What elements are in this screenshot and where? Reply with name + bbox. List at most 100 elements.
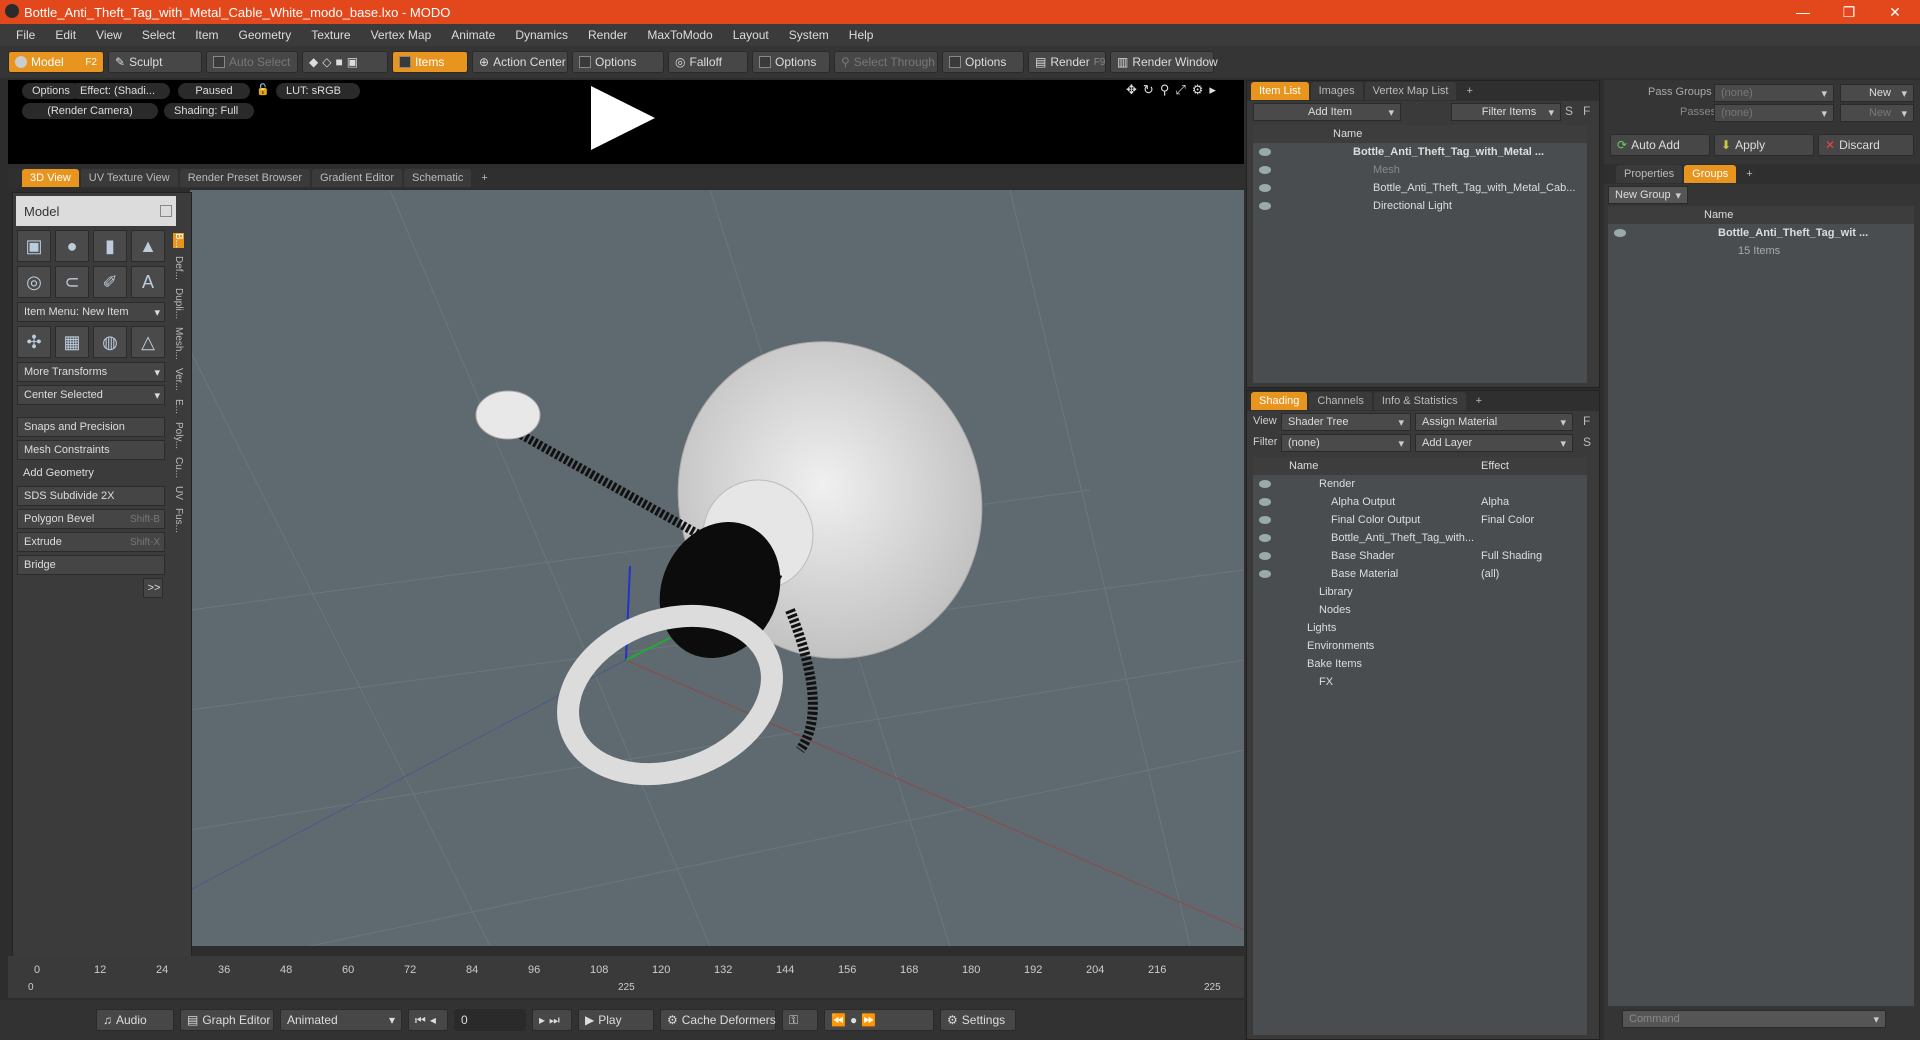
shader-row-effect[interactable]: Alpha — [1481, 496, 1509, 508]
eye-icon[interactable] — [1614, 229, 1626, 237]
model-mode-button[interactable]: Model F2 — [8, 51, 104, 73]
skip-start-icon[interactable]: ⏮ — [415, 1013, 426, 1028]
auto-add-button[interactable]: ⟳ Auto Add — [1610, 134, 1710, 156]
preview-paused-button[interactable]: Paused — [178, 83, 250, 99]
cone-icon[interactable]: ▲ — [131, 230, 165, 262]
eye-icon[interactable] — [1259, 516, 1271, 524]
rotate-icon[interactable]: ↻ — [1143, 82, 1160, 97]
side-tab-fusion[interactable]: Fus... — [173, 508, 184, 533]
add-layer-dropdown[interactable]: Add Layer — [1415, 434, 1573, 452]
menu-vertex-map[interactable]: Vertex Map — [361, 28, 442, 42]
tab-vertex-map-list[interactable]: Vertex Map List — [1364, 82, 1457, 100]
shader-row-bake-items[interactable]: Bake Items — [1253, 655, 1587, 673]
side-tab-uv[interactable]: UV — [173, 486, 184, 500]
text-icon[interactable]: A — [131, 266, 165, 298]
more-tools-button[interactable]: >> — [143, 578, 163, 598]
play-icon[interactable] — [591, 86, 655, 150]
menu-file[interactable]: File — [6, 28, 45, 42]
transport-back-buttons[interactable]: ⏮ ◂ — [408, 1009, 448, 1031]
move-icon[interactable]: ✥ — [1126, 82, 1143, 97]
menu-help[interactable]: Help — [839, 28, 884, 42]
shader-row-base-shader[interactable]: Base Shader Full Shading — [1253, 547, 1587, 565]
menu-edit[interactable]: Edit — [45, 28, 86, 42]
center-selected-dropdown[interactable]: Center Selected ▾ — [17, 385, 165, 405]
item-row-scene[interactable]: Bottle_Anti_Theft_Tag_with_Metal ... — [1253, 143, 1587, 161]
tab-3d-view[interactable]: 3D View — [22, 169, 79, 187]
step-back-icon[interactable]: ◂ — [430, 1013, 436, 1027]
capsule-icon[interactable]: ⊂ — [55, 266, 89, 298]
falloff-options-button[interactable]: Options — [752, 51, 830, 73]
tab-item-list[interactable]: Item List — [1251, 82, 1309, 100]
eye-icon[interactable] — [1259, 184, 1271, 192]
discard-button[interactable]: ✕ Discard — [1818, 134, 1914, 156]
render-window-button[interactable]: ▥ Render Window — [1110, 51, 1218, 73]
transport-forward-buttons[interactable]: ▸ ⏭ — [532, 1009, 572, 1031]
tab-uv-texture-view[interactable]: UV Texture View — [80, 169, 178, 187]
tab-gradient-editor[interactable]: Gradient Editor — [312, 169, 402, 187]
assign-material-button[interactable]: Assign Material — [1415, 413, 1573, 431]
add-tab-button[interactable]: + — [1458, 82, 1480, 100]
shader-row-environments[interactable]: Environments — [1253, 637, 1587, 655]
close-button[interactable]: ✕ — [1872, 0, 1918, 24]
key-icon[interactable]: ⚿ — [789, 1013, 798, 1028]
record-buttons[interactable]: ⏪ ● ⏩ — [824, 1009, 934, 1031]
tab-shading[interactable]: Shading — [1251, 392, 1308, 410]
cylinder-icon[interactable]: ▮ — [93, 230, 127, 262]
side-tab-basic[interactable]: B... — [173, 233, 184, 249]
side-tab-polygon[interactable]: Poly... — [173, 422, 184, 449]
audio-button[interactable]: ♫ Audio — [96, 1009, 174, 1031]
fit-icon[interactable]: ⤢ — [1175, 82, 1191, 97]
tab-images[interactable]: Images — [1310, 82, 1363, 100]
sculpt-mode-button[interactable]: ✎ Sculpt — [108, 51, 202, 73]
eye-icon[interactable] — [1259, 552, 1271, 560]
eye-icon[interactable] — [1259, 480, 1271, 488]
zoom-icon[interactable]: ⚲ — [1160, 82, 1176, 97]
render-camera-dropdown[interactable]: (Render Camera) — [22, 103, 158, 119]
menu-texture[interactable]: Texture — [301, 28, 360, 42]
preview-view-controls[interactable]: ✥↻⚲⤢⚙▸ — [1126, 82, 1222, 98]
shader-row-nodes[interactable]: Nodes — [1253, 601, 1587, 619]
record-icon[interactable]: ● — [850, 1013, 857, 1027]
group-row[interactable]: Bottle_Anti_Theft_Tag_wit ... — [1608, 224, 1914, 242]
filter-items-input[interactable]: Filter Items — [1451, 103, 1561, 121]
panel-close-icon[interactable] — [160, 205, 172, 217]
sds-subdivide-button[interactable]: SDS Subdivide 2X — [17, 486, 165, 506]
item-row-mesh[interactable]: Mesh — [1253, 161, 1587, 179]
eye-icon[interactable] — [1259, 534, 1271, 542]
item-row-light[interactable]: Directional Light — [1253, 197, 1587, 215]
menu-system[interactable]: System — [779, 28, 839, 42]
next-key-icon[interactable]: ⏩ — [861, 1013, 876, 1027]
action-center-options-button[interactable]: Options — [572, 51, 664, 73]
menu-layout[interactable]: Layout — [723, 28, 779, 42]
sphere-icon[interactable]: ● — [55, 230, 89, 262]
snaps-precision-button[interactable]: Snaps and Precision — [17, 417, 165, 437]
s-button[interactable]: S — [1583, 435, 1591, 449]
new-pass-button[interactable]: New — [1840, 104, 1914, 122]
lock-icon[interactable]: 🔓 — [256, 83, 270, 96]
shader-row-render[interactable]: Render — [1253, 475, 1587, 493]
menu-view[interactable]: View — [86, 28, 132, 42]
select-through-button[interactable]: ⚲ Select Through — [834, 51, 938, 73]
add-geometry-section[interactable]: Add Geometry — [17, 463, 165, 483]
shader-row-lights[interactable]: Lights — [1253, 619, 1587, 637]
auto-select-button[interactable]: Auto Select — [206, 51, 298, 73]
add-tab-button[interactable]: + — [1738, 165, 1760, 183]
prev-key-icon[interactable]: ⏪ — [831, 1013, 846, 1027]
menu-render[interactable]: Render — [578, 28, 637, 42]
side-tab-duplicate[interactable]: Dupli... — [173, 288, 184, 319]
arrow-right-icon[interactable]: ▸ — [1209, 82, 1222, 97]
shader-tree-dropdown[interactable]: Shader Tree — [1281, 413, 1411, 431]
eye-icon[interactable] — [1259, 498, 1271, 506]
s-button[interactable]: S — [1565, 104, 1573, 118]
render-preview[interactable]: Options Effect: (Shadi... Paused 🔓 LUT: … — [8, 80, 1244, 164]
settings-button[interactable]: ⚙ Settings — [940, 1009, 1016, 1031]
step-forward-icon[interactable]: ▸ — [539, 1013, 545, 1027]
shader-row-effect[interactable]: (all) — [1481, 568, 1499, 580]
lut-dropdown[interactable]: LUT: sRGB — [276, 83, 360, 99]
selection-mode-buttons[interactable]: ◆ ◇ ■ ▣ — [302, 51, 388, 73]
extrude-button[interactable]: Extrude Shift-X — [17, 532, 165, 552]
shader-row-alpha-output[interactable]: Alpha Output Alpha — [1253, 493, 1587, 511]
items-mode-button[interactable]: Items — [392, 51, 468, 73]
bridge-button[interactable]: Bridge — [17, 555, 165, 575]
action-center-button[interactable]: ⊕ Action Center — [472, 51, 568, 73]
